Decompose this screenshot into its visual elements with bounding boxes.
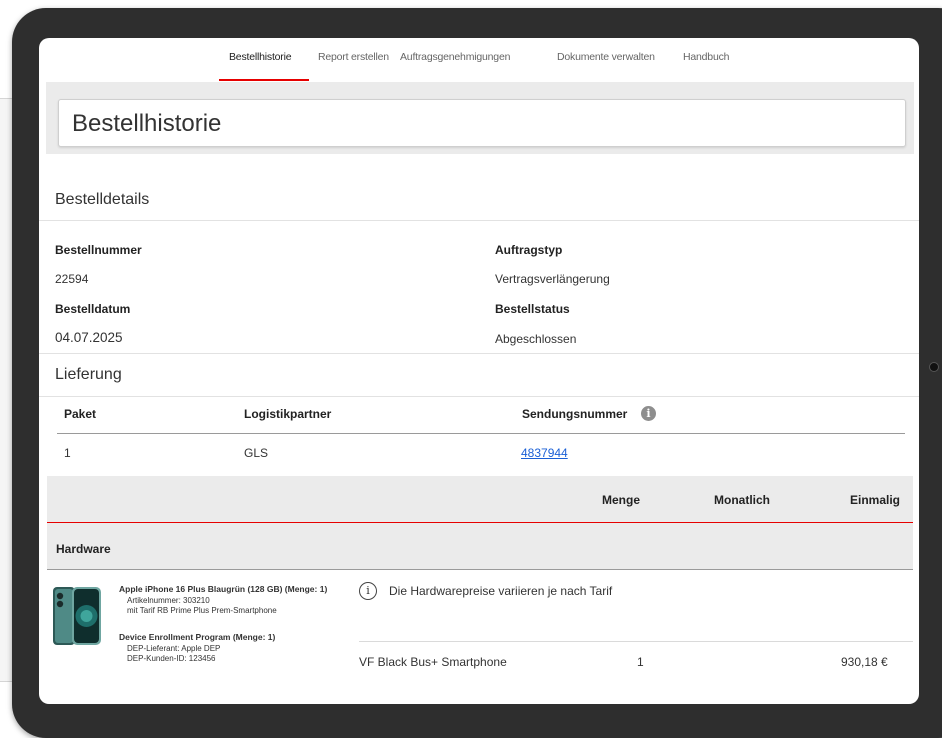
hardware-price-note: Die Hardwarepreise variieren je nach Tar… <box>389 584 613 598</box>
info-icon[interactable]: i <box>641 406 656 421</box>
package-number: 1 <box>64 446 71 460</box>
col-header-paket: Paket <box>64 407 97 421</box>
product-title: Apple iPhone 16 Plus Blaugrün (128 GB) (… <box>119 584 328 594</box>
page-title-box: Bestellhistorie <box>58 99 906 147</box>
top-navigation: Bestellhistorie Report erstellen Auftrag… <box>39 38 919 82</box>
order-date-value: 04.07.2025 <box>55 330 123 345</box>
order-number-value: 22594 <box>55 272 89 286</box>
tablet-screen: Bestellhistorie Report erstellen Auftrag… <box>39 38 919 704</box>
plan-quantity: 1 <box>637 655 644 669</box>
camera-dot <box>929 362 939 372</box>
divider <box>39 396 919 397</box>
dep-title: Device Enrollment Program (Menge: 1) <box>119 632 276 642</box>
logistics-partner: GLS <box>244 446 269 460</box>
product-article-number: Artikelnummer: 303210 <box>127 596 210 605</box>
hardware-group-row <box>47 523 913 570</box>
divider <box>39 353 919 354</box>
plan-once-price: 930,18 € <box>841 655 888 669</box>
section-title-bestelldetails: Bestelldetails <box>55 191 150 208</box>
col-header-sendungsnummer: Sendungsnummer <box>522 407 628 421</box>
order-type-value: Vertragsverlängerung <box>495 272 610 286</box>
divider <box>39 220 919 221</box>
dep-customer-id: DEP-Kunden-ID: 123456 <box>127 654 216 663</box>
tab-dokumente-verwalten[interactable]: Dokumente verwalten <box>557 51 655 63</box>
col-header-menge: Menge <box>602 493 641 507</box>
price-info-icon: i <box>359 582 377 600</box>
order-items-header <box>47 476 913 522</box>
order-number-label: Bestellnummer <box>55 243 142 257</box>
title-band: Bestellhistorie <box>46 82 914 154</box>
tracking-number-link[interactable]: 4837944 <box>521 446 568 460</box>
dep-supplier: DEP-Lieferant: Apple DEP <box>127 644 221 653</box>
hardware-group-label: Hardware <box>56 542 111 556</box>
col-header-einmalig: Einmalig <box>850 493 901 507</box>
tab-bestellhistorie[interactable]: Bestellhistorie <box>229 51 292 63</box>
table-header-divider <box>57 433 905 434</box>
section-title-lieferung: Lieferung <box>55 366 122 383</box>
order-status-label: Bestellstatus <box>495 302 570 316</box>
product-image <box>53 587 101 645</box>
tab-handbuch[interactable]: Handbuch <box>683 51 729 63</box>
tab-report-erstellen[interactable]: Report erstellen <box>318 51 389 63</box>
order-status-value: Abgeschlossen <box>495 332 577 346</box>
product-tariff: mit Tarif RB Prime Plus Prem-Smartphone <box>127 606 277 615</box>
order-type-label: Auftragstyp <box>495 243 563 257</box>
plan-name: VF Black Bus+ Smartphone <box>359 655 507 669</box>
page-title: Bestellhistorie <box>72 110 222 137</box>
col-header-monatlich: Monatlich <box>714 493 770 507</box>
order-date-label: Bestelldatum <box>55 302 131 316</box>
active-tab-indicator <box>219 79 309 81</box>
col-header-logistikpartner: Logistikpartner <box>244 407 332 421</box>
divider <box>359 641 913 642</box>
tab-auftragsgenehmigungen[interactable]: Auftragsgenehmigungen <box>400 51 510 63</box>
